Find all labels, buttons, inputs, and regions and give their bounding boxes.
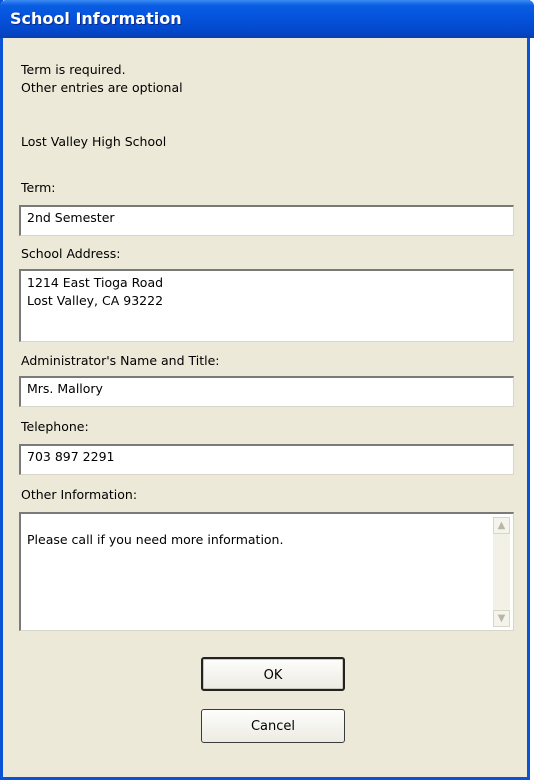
- other-information-textarea[interactable]: Please call if you need more information…: [19, 512, 514, 631]
- title-bar[interactable]: School Information: [0, 0, 534, 38]
- dialog-title: School Information: [10, 9, 182, 28]
- telephone-label: Telephone:: [21, 419, 89, 434]
- administrator-label: Administrator's Name and Title:: [21, 353, 220, 368]
- ok-button[interactable]: OK: [201, 657, 345, 691]
- cancel-button[interactable]: Cancel: [201, 709, 345, 743]
- school-address-input[interactable]: 1214 East Tioga Road Lost Valley, CA 932…: [19, 269, 514, 342]
- term-input[interactable]: 2nd Semester: [19, 205, 514, 236]
- telephone-input[interactable]: 703 897 2291: [19, 444, 514, 475]
- instructions-text: Term is required. Other entries are opti…: [21, 62, 183, 95]
- school-name: Lost Valley High School: [21, 134, 167, 149]
- other-information-scrollbar[interactable]: ▲ ▼: [493, 517, 510, 627]
- school-address-label: School Address:: [21, 246, 121, 261]
- other-information-label: Other Information:: [21, 487, 138, 502]
- term-label: Term:: [21, 180, 56, 195]
- scroll-down-arrow-icon[interactable]: ▼: [493, 610, 510, 627]
- other-information-text: Please call if you need more information…: [27, 532, 284, 547]
- scroll-up-arrow-icon[interactable]: ▲: [493, 517, 510, 534]
- administrator-input[interactable]: Mrs. Mallory: [19, 376, 514, 407]
